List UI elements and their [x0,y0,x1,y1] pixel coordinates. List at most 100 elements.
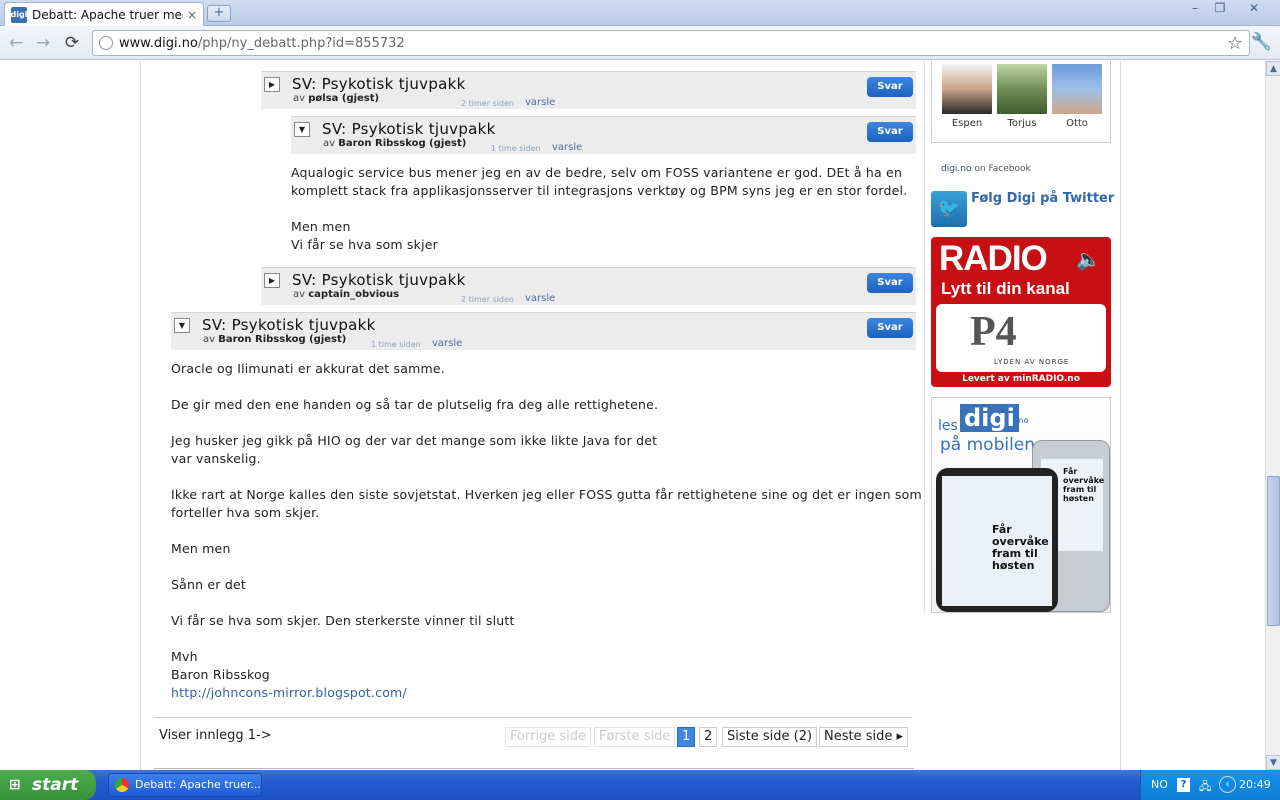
report-link[interactable]: varsle [525,293,555,304]
digi-favicon-icon: digi [11,6,27,23]
close-window-button[interactable]: ✕ [1243,1,1265,17]
last-page-button[interactable]: Siste side (2) [722,727,818,747]
reply-button[interactable]: Svar [867,318,913,338]
scroll-up-icon[interactable]: ▲ [1266,61,1280,76]
network-icon[interactable]: 🖧 [1199,778,1211,797]
mobile-ad[interactable]: les digi .no på mobilen Får overvåke fra… [931,397,1111,613]
ad-text: på mobilen [940,435,1036,455]
taskbar: ⊞ start Debatt: Apache truer... NO ? 🖧 ‹… [0,770,1280,800]
facebook-link[interactable]: digi.no on Facebook [941,164,1031,174]
page-viewport: ▶ SV: Psykotisk tjuvpakk av pølsa (gjest… [0,61,1265,770]
content-border-left [140,61,141,770]
twitter-bird-icon[interactable]: 🐦 [931,191,967,227]
post-title[interactable]: SV: Psykotisk tjuvpakk [202,316,376,334]
fan-name[interactable]: Espen [942,118,992,129]
twitter-follow-link[interactable]: Følg Digi på Twitter [971,191,1114,206]
collapse-toggle-icon[interactable]: ▼ [174,318,190,333]
browser-tab[interactable]: digi Debatt: Apache truer med ... × [4,2,204,26]
report-link[interactable]: varsle [525,97,555,108]
new-tab-button[interactable]: + [207,5,231,22]
post-text-line: De gir med den ene handen og så tar de p… [171,397,659,412]
expand-toggle-icon[interactable]: ▶ [264,77,280,92]
page-1-button[interactable]: 1 [677,727,696,747]
post-text-line: Aqualogic service bus mener jeg en av de… [291,165,903,180]
browser-toolbar: ← → ⟳ www.digi.no/php/ny_debatt.php?id=8… [0,26,1280,60]
post-header: ▶ SV: Psykotisk tjuvpakk av captain_obvi… [261,267,916,305]
radio-footer: Levert av minRADIO.no [962,374,1080,384]
post-text-line: Oracle og Ilimunati er akkurat det samme… [171,361,445,376]
post-author: av Baron Ribsskog (gjest) [323,138,467,149]
post-time: 1 time siden [491,144,541,153]
post-text-line: Vi får se hva som skjer. Den sterkerste … [171,613,515,628]
wrench-menu-icon[interactable]: 🔧 [1251,32,1272,52]
vertical-scrollbar[interactable]: ▲ ▼ [1265,61,1280,770]
phone-image: Får overvåke fram til høsten [936,468,1058,612]
post-title[interactable]: SV: Psykotisk tjuvpakk [292,271,466,289]
fan-name[interactable]: Torjus [997,118,1047,129]
next-page-button[interactable]: Neste side ▸ [819,727,909,747]
post-body: Oracle og Ilimunati er akkurat det samme… [171,360,922,702]
report-link[interactable]: varsle [552,142,582,153]
post-header: ▼ SV: Psykotisk tjuvpakk av Baron Ribssk… [171,312,916,350]
ad-text: .no [1016,416,1029,425]
post-text-line: Sånn er det [171,577,246,592]
scroll-down-icon[interactable]: ▼ [1266,755,1280,770]
windows-flag-icon: ⊞ [9,777,21,793]
radio-ad[interactable]: RADIO Lytt til din kanal 🔈 P4 LYDEN AV N… [931,237,1111,387]
reload-button[interactable]: ⟳ [61,32,83,54]
chevron-left-icon[interactable]: ‹ [1219,776,1236,793]
back-button[interactable]: ← [5,32,27,54]
ad-headline: Får overvåke fram til høsten [1063,467,1105,503]
bookmark-star-icon[interactable]: ☆ [1227,33,1243,54]
post-body: Aqualogic service bus mener jeg en av de… [291,164,907,254]
reply-button[interactable]: Svar [867,273,913,293]
clock[interactable]: 20:49 [1239,778,1271,791]
taskbar-window-button[interactable]: Debatt: Apache truer... [108,773,262,797]
radio-subtitle: Lytt til din kanal [941,279,1070,298]
help-icon[interactable]: ? [1177,778,1190,792]
reply-button[interactable]: Svar [867,122,913,142]
post-author: av Baron Ribsskog (gjest) [203,334,347,345]
address-bar[interactable]: www.digi.no/php/ny_debatt.php?id=855732 … [92,30,1250,56]
tab-close-icon[interactable]: × [187,8,197,22]
post-text-line: komplett stack fra applikasjonsserver ti… [291,183,908,198]
avatar[interactable] [1052,64,1102,114]
page-2-button[interactable]: 2 [699,727,718,747]
taskbar-window-label: Debatt: Apache truer... [135,778,261,791]
avatar[interactable] [942,64,992,114]
language-indicator[interactable]: NO [1151,778,1168,791]
post-header: ▶ SV: Psykotisk tjuvpakk av pølsa (gjest… [261,71,916,109]
scroll-thumb[interactable] [1267,476,1280,626]
post-text-line: Baron Ribsskog [171,667,270,682]
system-tray: NO ? 🖧 ‹ 20:49 [1140,770,1280,800]
post-text-line: Jeg husker jeg gikk på HIO og der var de… [171,433,658,448]
post-author: av captain_obvious [293,289,400,300]
minimize-button[interactable]: – [1184,1,1206,17]
url-text: www.digi.no/php/ny_debatt.php?id=855732 [119,35,405,51]
column-divider [924,61,925,613]
reply-button[interactable]: Svar [867,77,913,97]
blog-link[interactable]: http://johncons-mirror.blogspot.com/ [171,685,407,700]
facebook-fans-box: Espen Torjus Otto [931,61,1111,143]
station-tagline: LYDEN AV NORGE [994,358,1070,366]
post-text-line: forteller hva som skjer. [171,505,320,520]
post-text-line: Men men [171,541,231,556]
forward-button[interactable]: → [32,32,54,54]
fan-name[interactable]: Otto [1052,118,1102,129]
post-title[interactable]: SV: Psykotisk tjuvpakk [322,120,496,138]
collapse-toggle-icon[interactable]: ▼ [294,122,310,137]
start-label: start [32,775,79,795]
post-time: 2 timer siden [461,295,514,304]
start-button[interactable]: ⊞ start [0,770,96,800]
maximize-button[interactable]: ❐ [1209,1,1231,17]
speaker-icon: 🔈 [1076,247,1101,271]
expand-toggle-icon[interactable]: ▶ [264,273,280,288]
report-link[interactable]: varsle [432,338,462,349]
avatar[interactable] [997,64,1047,114]
globe-icon [99,36,113,50]
post-title[interactable]: SV: Psykotisk tjuvpakk [292,75,466,93]
first-page-button: Første side [594,727,676,747]
prev-page-button: Forrige side [505,727,592,747]
digi-logo: digi [960,404,1019,432]
p4-logo: P4 LYDEN AV NORGE [936,304,1106,372]
